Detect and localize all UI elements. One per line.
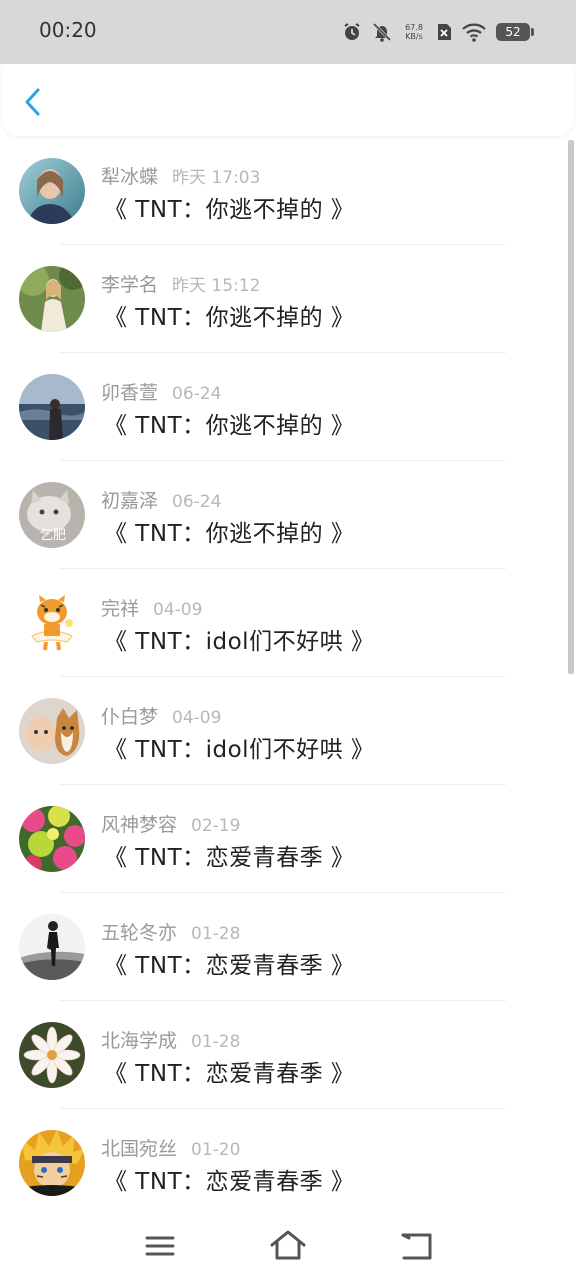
alarm-icon [344,23,360,40]
comment-meta: 五轮冬亦 01-28 [101,918,240,945]
avatar[interactable] [19,914,85,980]
list-item[interactable]: 犁冰蝶 昨天 17:03 《 TNT：你逃不掉的 》 [0,138,568,246]
status-icons: 67.8 KB/s 52 [342,20,534,44]
avatar[interactable] [19,590,85,656]
book-title[interactable]: 《 TNT：恋爱青春季 》 [104,1162,354,1196]
divider [60,568,506,569]
comment-list[interactable]: 犁冰蝶 昨天 17:03 《 TNT：你逃不掉的 》 李学名 昨天 15:12 《 … [0,138,568,1214]
divider [60,892,506,893]
list-item[interactable]: 李学名 昨天 15:12 《 TNT：你逃不掉的 》 [0,246,568,354]
list-item[interactable]: 乞肥 初嘉泽 06-24 《 TNT：你逃不掉的 》 [0,462,568,570]
timestamp: 02-19 [191,816,241,836]
return-icon [401,1233,432,1260]
list-item[interactable]: 仆白梦 04-09 《 TNT：idol们不好哄 》 [0,678,568,786]
book-title[interactable]: 《 TNT：你逃不掉的 》 [104,514,354,548]
divider [60,460,506,461]
comment-meta: 完祥 04-09 [101,594,202,621]
comment-meta: 仆白梦 04-09 [101,702,221,729]
user-name[interactable]: 李学名 [101,274,158,296]
menu-icon [145,1236,175,1256]
divider [60,784,506,785]
user-name[interactable]: 卯香萱 [101,382,158,404]
book-title[interactable]: 《 TNT：你逃不掉的 》 [104,190,354,224]
timestamp: 06-24 [172,384,222,404]
chevron-left-icon [25,88,40,116]
divider [60,1000,506,1001]
book-title[interactable]: 《 TNT：恋爱青春季 》 [104,946,354,980]
user-name[interactable]: 初嘉泽 [101,490,158,512]
book-title[interactable]: 《 TNT：你逃不掉的 》 [104,406,354,440]
avatar[interactable]: 乞肥 [19,482,85,548]
comment-meta: 卯香萱 06-24 [101,378,221,405]
timestamp: 04-09 [172,708,222,728]
timestamp: 04-09 [153,600,203,620]
divider [60,676,506,677]
header [2,64,574,136]
avatar[interactable] [19,1130,85,1196]
divider [60,244,506,245]
list-item[interactable]: 卯香萱 06-24 《 TNT：你逃不掉的 》 [0,354,568,462]
comment-meta: 犁冰蝶 昨天 17:03 [101,162,260,189]
user-name[interactable]: 风神梦容 [101,814,177,836]
comment-meta: 李学名 昨天 15:12 [101,270,260,297]
network-speed-unit: KB/s [405,32,423,41]
user-name[interactable]: 五轮冬亦 [101,922,177,944]
home-icon [270,1230,306,1260]
timestamp: 01-28 [191,924,241,944]
divider [60,352,506,353]
status-bar: 00:20 67.8 KB/s 52 [0,0,576,64]
comment-meta: 初嘉泽 06-24 [101,486,221,513]
avatar[interactable] [19,806,85,872]
timestamp: 01-20 [191,1140,241,1160]
battery-indicator: 52 [496,23,534,41]
timestamp: 06-24 [172,492,222,512]
avatar[interactable] [19,266,85,332]
user-name[interactable]: 北国宛丝 [101,1138,177,1160]
book-title[interactable]: 《 TNT：恋爱青春季 》 [104,838,354,872]
timestamp: 01-28 [191,1032,241,1052]
book-title[interactable]: 《 TNT：你逃不掉的 》 [104,298,354,332]
avatar[interactable] [19,1022,85,1088]
timestamp: 昨天 15:12 [172,276,261,296]
home-button[interactable] [268,1228,308,1264]
list-item[interactable]: 完祥 04-09 《 TNT：idol们不好哄 》 [0,570,568,678]
user-name[interactable]: 仆白梦 [101,706,158,728]
book-title[interactable]: 《 TNT：恋爱青春季 》 [104,1054,354,1088]
comment-meta: 风神梦容 02-19 [101,810,240,837]
list-item[interactable]: 北国宛丝 01-20 《 TNT：恋爱青春季 》 [0,1110,568,1214]
list-item[interactable]: 北海学成 01-28 《 TNT：恋爱青春季 》 [0,1002,568,1110]
system-nav-bar [0,1214,576,1280]
network-speed: 67.8 KB/s [402,23,426,41]
list-item[interactable]: 风神梦容 02-19 《 TNT：恋爱青春季 》 [0,786,568,894]
comment-meta: 北海学成 01-28 [101,1026,240,1053]
book-title[interactable]: 《 TNT：idol们不好哄 》 [104,622,374,656]
timestamp: 昨天 17:03 [172,168,261,188]
comment-meta: 北国宛丝 01-20 [101,1134,240,1161]
sim-off-icon [438,24,451,40]
user-name[interactable]: 完祥 [101,598,139,620]
scrollbar[interactable] [568,140,574,674]
menu-button[interactable] [140,1228,180,1264]
user-name[interactable]: 北海学成 [101,1030,177,1052]
list-item[interactable]: 五轮冬亦 01-28 《 TNT：恋爱青春季 》 [0,894,568,1002]
divider [60,1108,506,1109]
avatar-caption: 乞肥 [40,528,66,543]
user-name[interactable]: 犁冰蝶 [101,166,158,188]
avatar[interactable] [19,374,85,440]
back-button[interactable] [18,84,50,120]
network-speed-value: 67.8 [405,23,423,32]
return-button[interactable] [396,1228,436,1264]
status-time: 00:20 [39,18,97,42]
book-title[interactable]: 《 TNT：idol们不好哄 》 [104,730,374,764]
wifi-icon [462,23,486,42]
avatar[interactable] [19,698,85,764]
avatar[interactable] [19,158,85,224]
mute-bell-icon [372,22,392,42]
